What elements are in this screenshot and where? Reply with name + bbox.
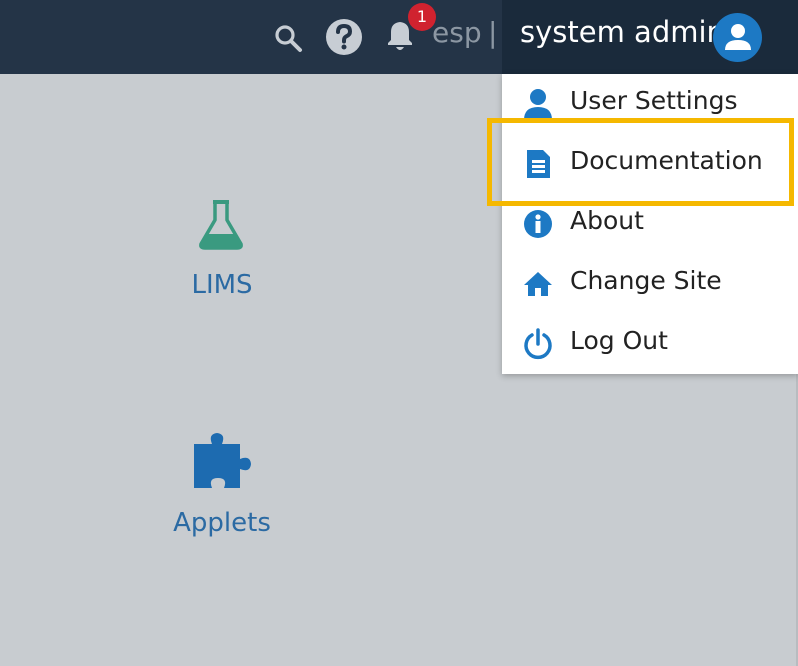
help-icon[interactable] [325, 18, 363, 56]
search-icon[interactable] [272, 22, 304, 54]
menu-item-change-site[interactable]: Change Site [502, 254, 798, 314]
site-label[interactable]: esp [432, 16, 482, 49]
puzzle-icon[interactable] [190, 430, 256, 494]
user-icon [522, 88, 554, 120]
avatar[interactable] [713, 13, 762, 62]
header-divider: | [488, 16, 498, 49]
menu-item-label: User Settings [570, 86, 738, 115]
menu-item-label: About [570, 206, 644, 235]
info-icon [522, 208, 554, 240]
app-tile-applets-label[interactable]: Applets [150, 508, 294, 538]
app-tile-lims-label[interactable]: LIMS [150, 270, 294, 300]
home-icon [522, 268, 554, 300]
menu-item-label: Log Out [570, 326, 668, 355]
flask-icon[interactable] [196, 198, 246, 250]
menu-item-label: Change Site [570, 266, 722, 295]
power-icon [522, 328, 554, 360]
user-avatar-icon [725, 24, 751, 50]
user-name[interactable]: system admin [520, 15, 725, 49]
menu-item-log-out[interactable]: Log Out [502, 314, 798, 374]
documentation-highlight-box [487, 118, 794, 206]
